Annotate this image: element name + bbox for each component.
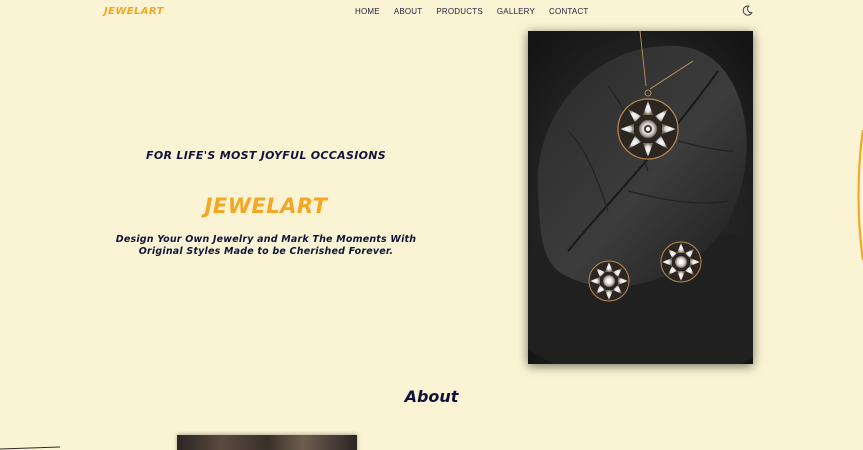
about-image (177, 435, 357, 450)
moon-icon[interactable] (742, 5, 753, 16)
nav-products-link[interactable]: PRODUCTS (436, 7, 483, 16)
site-logo[interactable]: JEWELART (104, 6, 164, 17)
hero-brand-title: JEWELART (204, 194, 328, 218)
nav-about-link[interactable]: ABOUT (394, 7, 423, 16)
about-section-title: About (404, 387, 459, 406)
top-navbar: JEWELART HOME ABOUT PRODUCTS GALLERY CON… (0, 0, 863, 24)
hero-jewelry-image (528, 31, 753, 364)
jewelry-photo (528, 31, 753, 364)
hero-description: Design Your Own Jewelry and Mark The Mom… (115, 234, 417, 257)
nav-gallery-link[interactable]: GALLERY (497, 7, 535, 16)
nav-contact-link[interactable]: CONTACT (549, 7, 588, 16)
decorative-bottom-line (0, 446, 60, 450)
nav-home-link[interactable]: HOME (355, 7, 380, 16)
hero-tagline: FOR LIFE'S MOST JOYFUL OCCASIONS (146, 149, 386, 162)
decorative-edge-arc (857, 130, 863, 260)
main-menu: HOME ABOUT PRODUCTS GALLERY CONTACT (355, 7, 589, 16)
